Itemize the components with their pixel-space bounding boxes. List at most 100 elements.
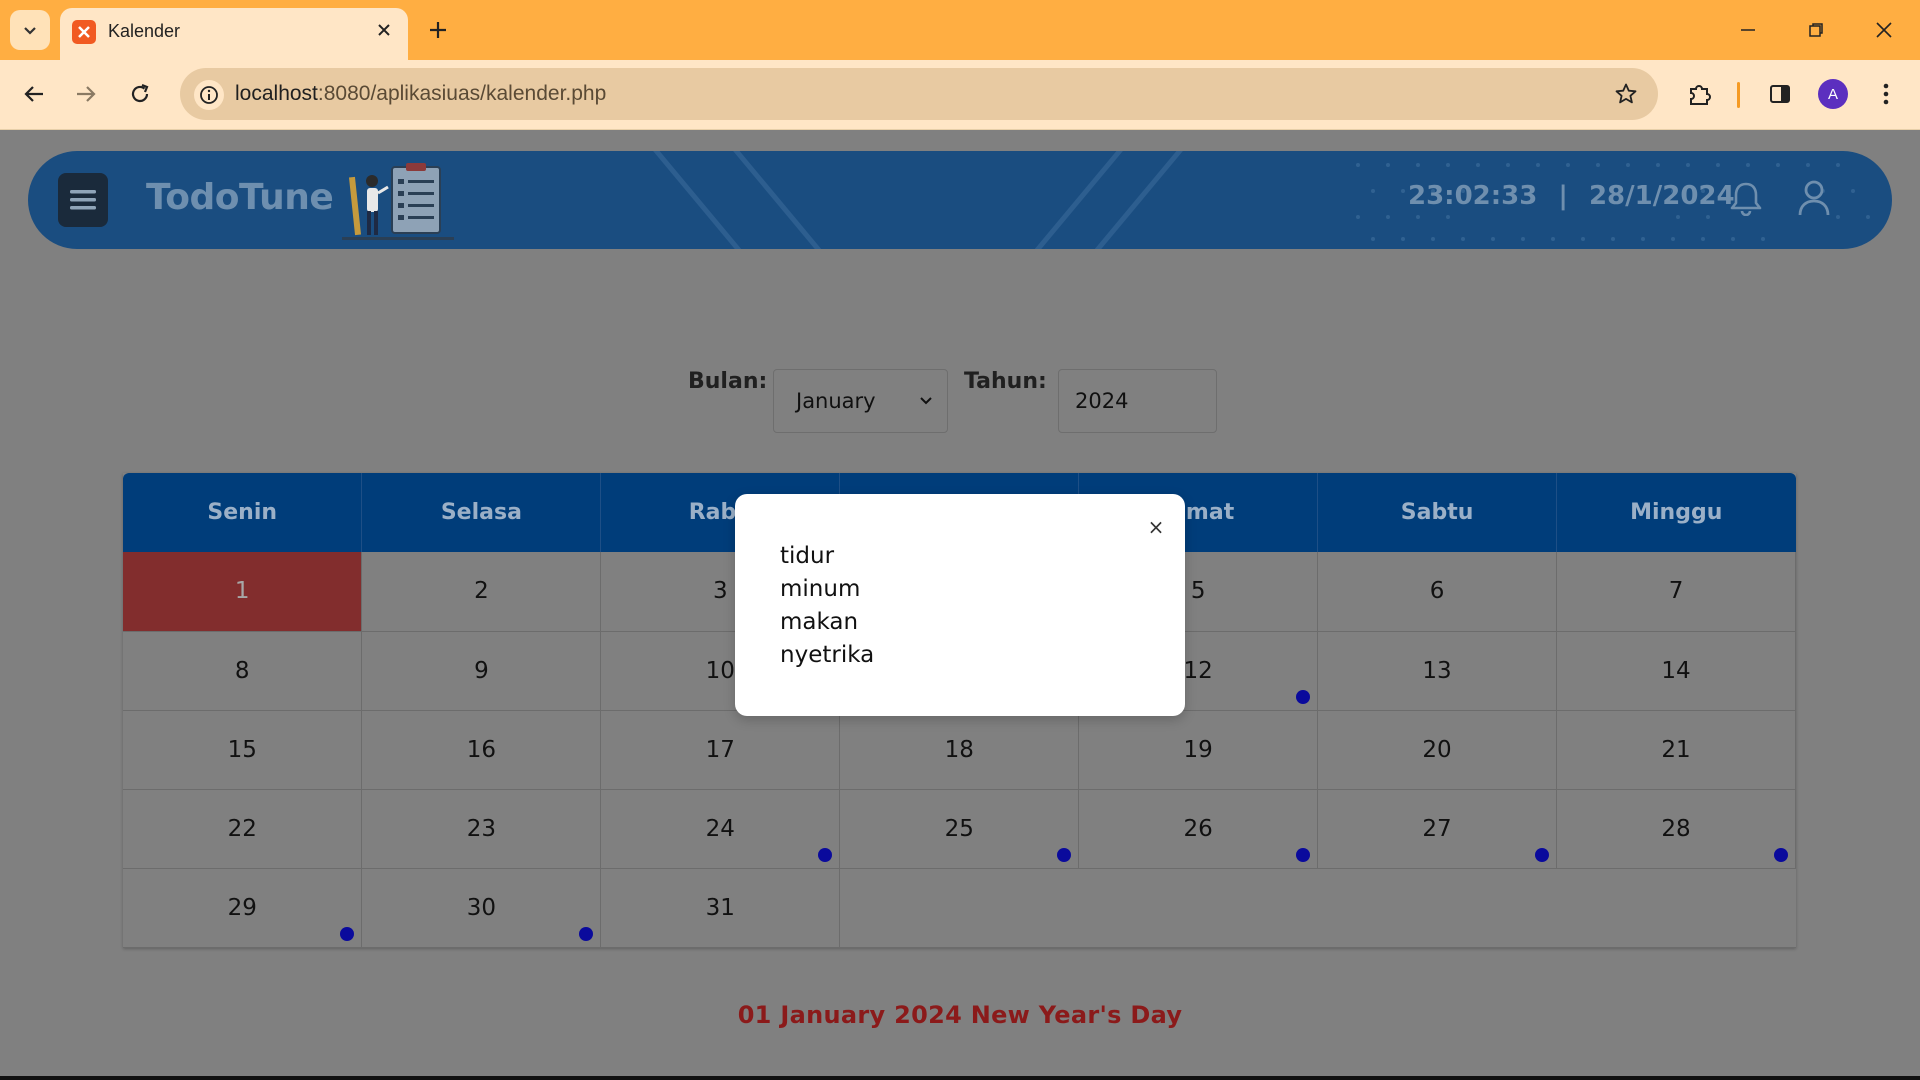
event-dot-icon <box>340 926 355 941</box>
back-icon[interactable] <box>14 74 54 114</box>
calendar-day[interactable]: 9 <box>361 631 602 711</box>
minimize-icon[interactable] <box>1728 10 1768 50</box>
day-number: 25 <box>944 815 974 842</box>
clock-display: 23:02:33 | 28/1/2024 <box>1408 181 1735 211</box>
calendar-day[interactable]: 23 <box>361 789 602 869</box>
side-panel-icon[interactable] <box>1760 74 1800 114</box>
day-number: 1 <box>234 578 250 605</box>
task-item: makan <box>780 609 859 635</box>
calendar-day[interactable]: 18 <box>839 710 1080 790</box>
day-number: 8 <box>234 657 250 684</box>
calendar-day[interactable]: 15 <box>123 710 363 790</box>
day-number: 18 <box>944 736 974 763</box>
event-dot-icon <box>818 847 833 862</box>
month-year-filter: Bulan: January Tahun: 2024 <box>0 363 1920 433</box>
task-item: nyetrika <box>780 642 875 668</box>
calendar-day[interactable]: 19 <box>1078 710 1319 790</box>
holiday-info: 01 January 2024 New Year's Day <box>737 1001 1183 1029</box>
day-number: 27 <box>1422 815 1452 842</box>
calendar-day[interactable]: 26 <box>1078 789 1319 869</box>
calendar-day[interactable]: 28 <box>1556 789 1796 869</box>
day-number: 14 <box>1661 657 1691 684</box>
clock-separator: | <box>1558 181 1568 211</box>
day-number: 12 <box>1183 657 1213 684</box>
task-item: tidur <box>780 543 835 569</box>
chevron-down-icon <box>915 390 937 412</box>
calendar-day[interactable]: 17 <box>600 710 841 790</box>
calendar-day[interactable]: 22 <box>123 789 363 869</box>
calendar-day[interactable]: 24 <box>600 789 841 869</box>
user-icon[interactable] <box>1794 177 1834 219</box>
calendar-day-today[interactable]: 1 <box>123 552 363 632</box>
calendar-day[interactable]: 25 <box>839 789 1080 869</box>
calendar-day[interactable]: 30 <box>361 868 602 948</box>
calendar-week-row: 22 23 24 25 26 27 28 <box>123 789 1796 869</box>
brand-title: TodoTune <box>146 177 334 218</box>
day-number: 23 <box>466 815 497 842</box>
calendar-day[interactable]: 20 <box>1317 710 1558 790</box>
calendar-day[interactable]: 8 <box>123 631 363 711</box>
day-number: 9 <box>474 657 489 684</box>
address-bar[interactable]: localhost:8080/aplikasiuas/kalender.php <box>180 68 1658 120</box>
tab-search-icon[interactable] <box>10 10 50 50</box>
calendar-day[interactable]: 21 <box>1556 710 1796 790</box>
day-number: 28 <box>1661 815 1691 842</box>
calendar-day[interactable]: 14 <box>1556 631 1796 711</box>
reload-icon[interactable] <box>120 74 160 114</box>
task-list: tidur minum makan nyetrika <box>780 540 874 672</box>
calendar-day[interactable]: 13 <box>1317 631 1558 711</box>
forward-icon[interactable] <box>66 74 106 114</box>
day-number: 10 <box>705 657 735 684</box>
day-number: 2 <box>474 578 489 605</box>
year-label: Tahun: <box>964 369 1047 394</box>
calendar-day[interactable]: 6 <box>1317 552 1558 632</box>
close-tab-icon[interactable] <box>372 18 396 42</box>
task-popup: × tidur minum makan nyetrika <box>735 494 1185 716</box>
extensions-icon[interactable] <box>1680 74 1720 114</box>
year-input-value: 2024 <box>1075 389 1129 413</box>
tab-title: Kalender <box>108 21 181 41</box>
close-icon[interactable]: × <box>1145 515 1167 539</box>
weekday-header: Sabtu <box>1317 473 1558 552</box>
day-number: 3 <box>712 578 728 605</box>
month-select[interactable]: January <box>773 369 948 433</box>
new-tab-icon[interactable] <box>420 12 456 48</box>
calendar-day[interactable]: 27 <box>1317 789 1558 869</box>
toolbar-separator <box>1737 82 1740 108</box>
close-window-icon[interactable] <box>1864 10 1904 50</box>
event-dot-icon <box>1057 847 1072 862</box>
calendar-week-row: 15 16 17 18 19 20 21 <box>123 710 1796 790</box>
year-input[interactable]: 2024 <box>1058 369 1217 433</box>
url-text[interactable]: localhost:8080/aplikasiuas/kalender.php <box>235 82 606 106</box>
profile-avatar[interactable]: A <box>1818 79 1848 109</box>
weekday-header: Selasa <box>361 473 602 552</box>
calendar-day[interactable]: 7 <box>1556 552 1796 632</box>
day-number: 30 <box>466 894 497 921</box>
bell-icon[interactable] <box>1726 177 1766 219</box>
calendar-day[interactable]: 16 <box>361 710 602 790</box>
calendar-day[interactable]: 31 <box>600 868 841 948</box>
calendar-empty-cell <box>839 868 1796 948</box>
event-dot-icon <box>579 926 594 941</box>
calendar-day[interactable]: 29 <box>123 868 363 948</box>
weekday-header: Senin <box>123 473 363 552</box>
app-navbar: TodoTune 23:02:33 | 28/1/2024 <box>28 151 1892 249</box>
app-favicon-icon <box>72 20 96 44</box>
restore-icon[interactable] <box>1796 10 1836 50</box>
menu-icon[interactable] <box>58 173 108 227</box>
day-number: 31 <box>705 894 735 921</box>
day-number: 29 <box>227 894 257 921</box>
browser-tab[interactable]: Kalender <box>60 8 408 60</box>
url-path: :8080/aplikasiuas/kalender.php <box>317 82 607 105</box>
calendar-day[interactable]: 2 <box>361 552 602 632</box>
browser-toolbar: localhost:8080/aplikasiuas/kalender.php … <box>0 60 1920 130</box>
month-label: Bulan: <box>688 369 768 394</box>
site-info-icon[interactable] <box>194 80 224 110</box>
clock-time: 23:02:33 <box>1408 181 1538 211</box>
day-number: 19 <box>1183 736 1213 763</box>
bookmark-star-icon[interactable] <box>1612 80 1640 108</box>
day-number: 24 <box>705 815 735 842</box>
more-menu-icon[interactable] <box>1866 74 1906 114</box>
day-number: 5 <box>1190 578 1206 605</box>
clock-date: 28/1/2024 <box>1588 181 1735 211</box>
